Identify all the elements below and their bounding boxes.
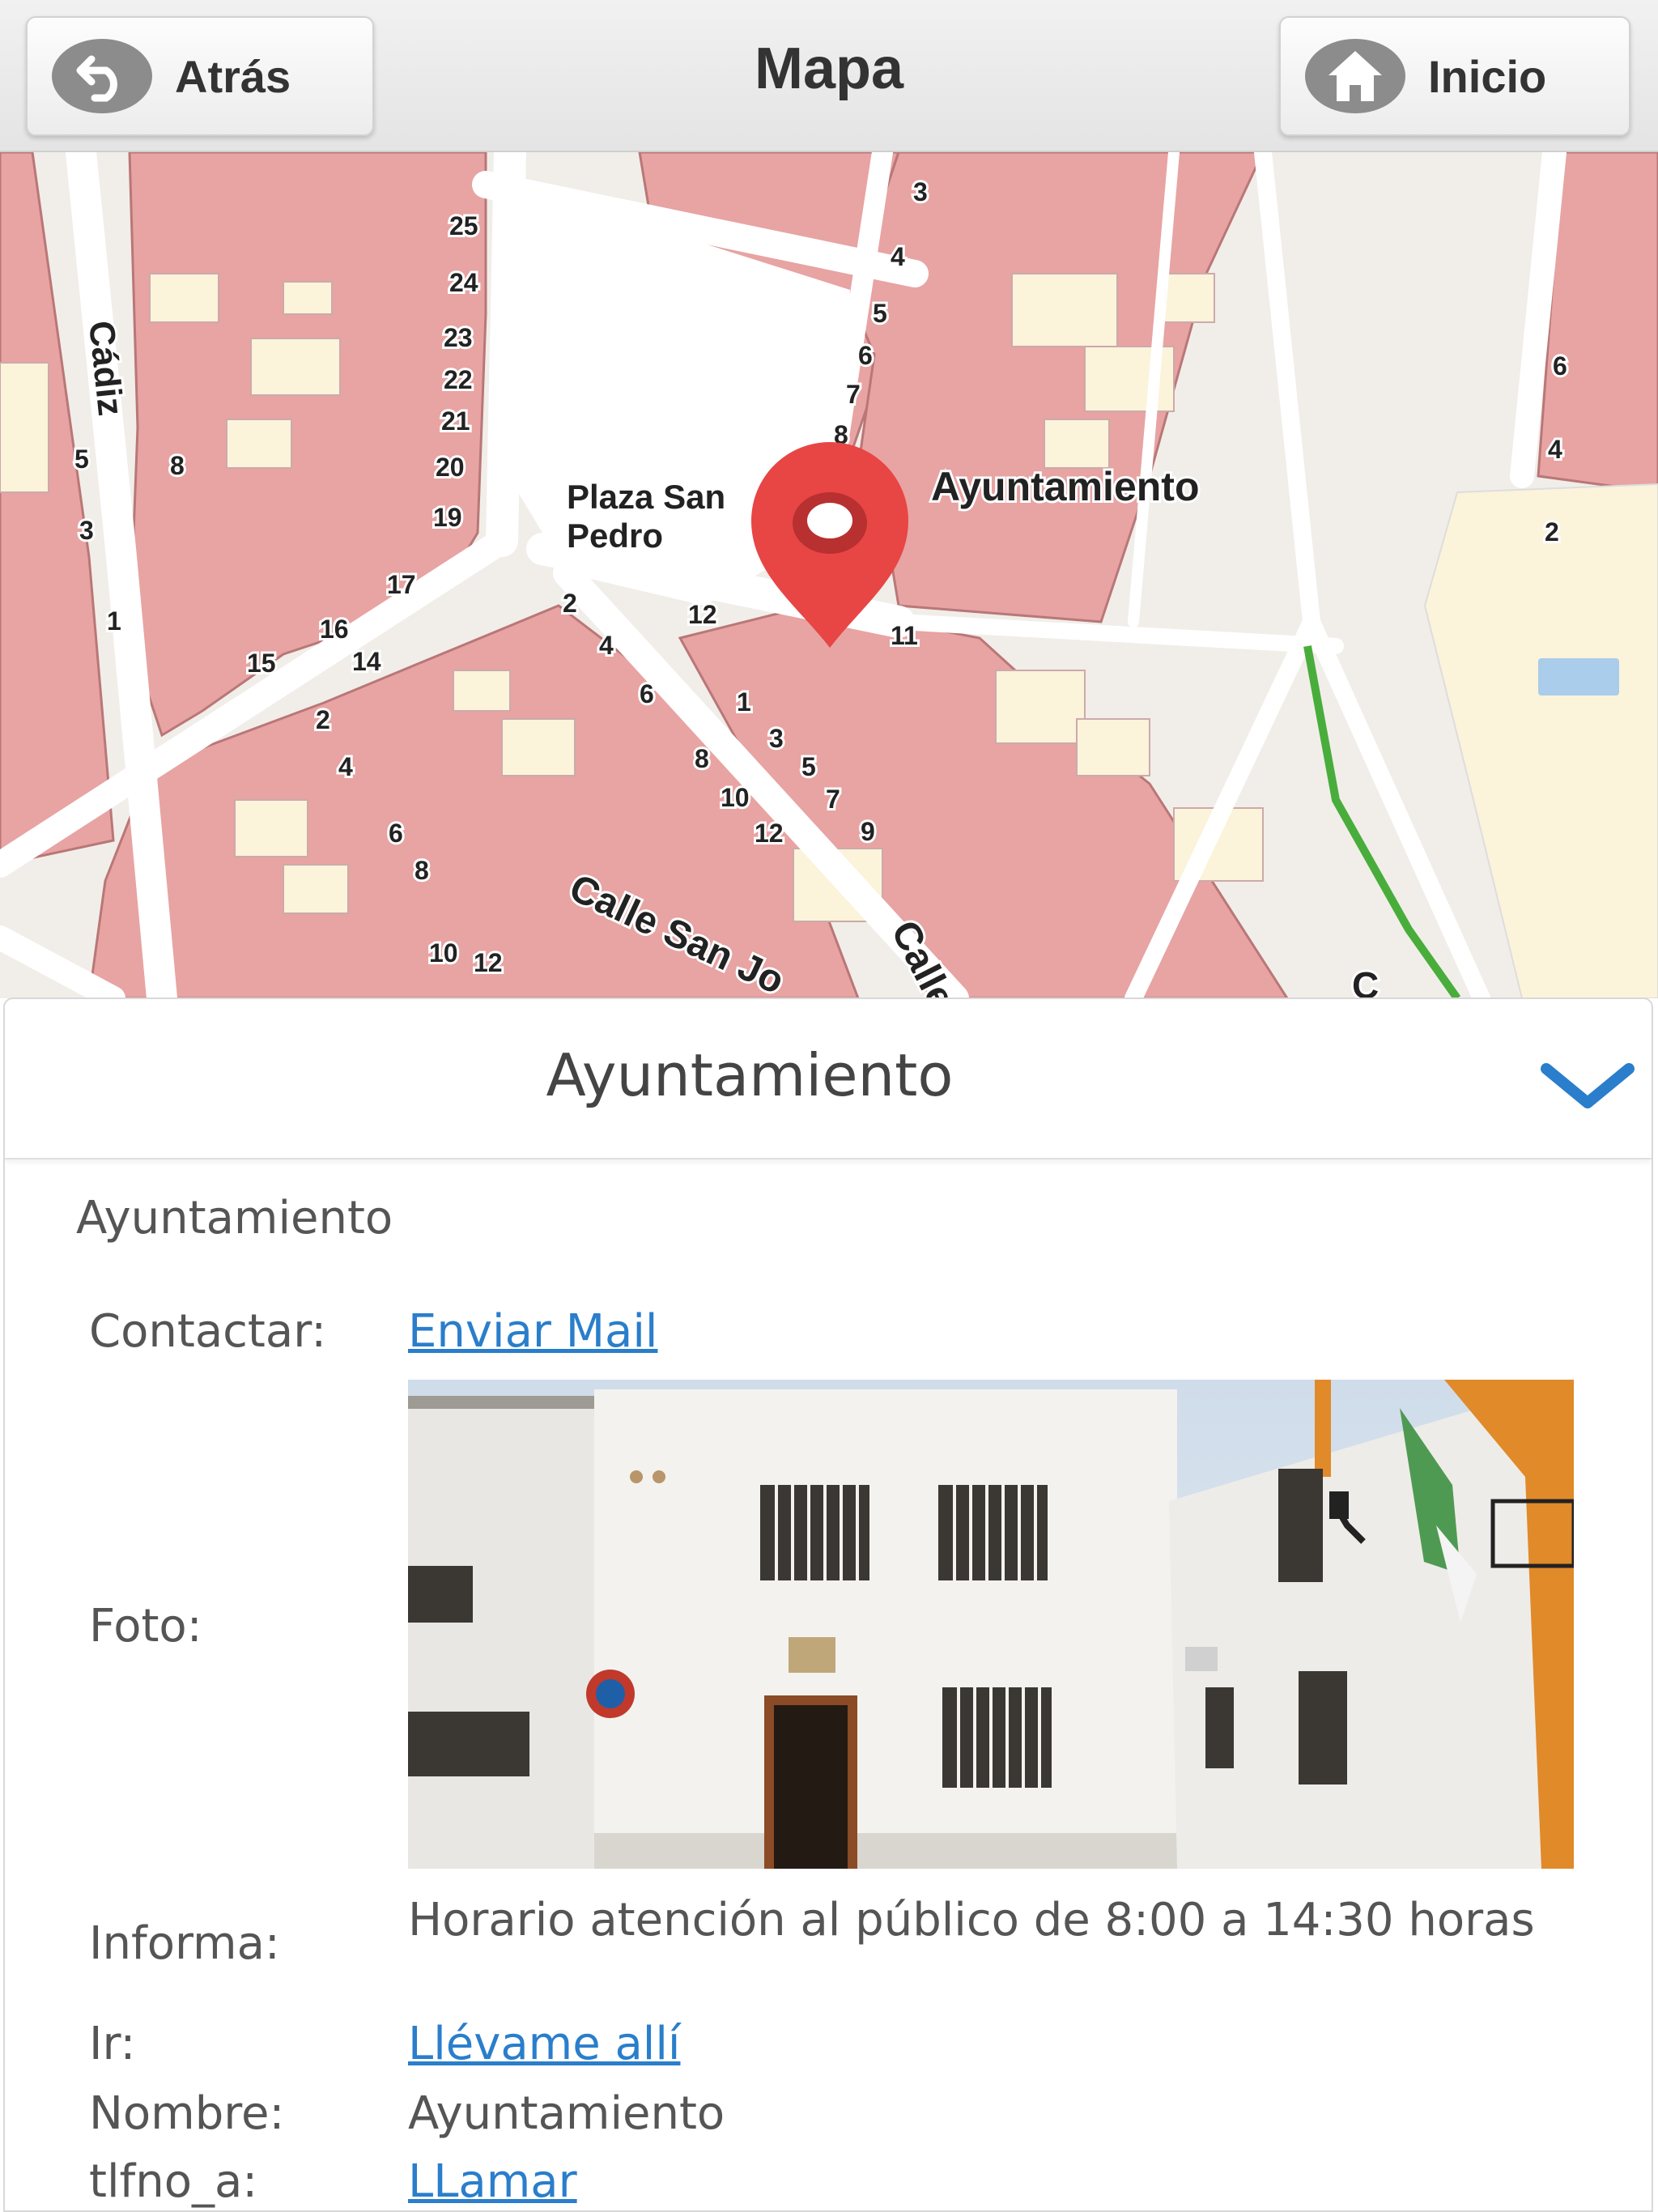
- house-number: 1: [737, 687, 751, 717]
- house-number: 11: [891, 621, 918, 650]
- collapse-button[interactable]: [1535, 1054, 1640, 1119]
- house-number: 19: [433, 503, 462, 532]
- house-number: 2: [563, 589, 577, 618]
- house-number: 1: [107, 606, 121, 636]
- house-number: 4: [891, 242, 905, 271]
- street-label-c: C: [1352, 964, 1379, 998]
- map-view[interactable]: Cádiz Calle San Jo Calle C Plaza San Ped…: [0, 152, 1658, 998]
- house-number: 6: [640, 679, 654, 708]
- house-number: 23: [444, 323, 473, 352]
- poi-label: Ayuntamiento: [931, 464, 1200, 509]
- take-me-there-link[interactable]: Llévame allí: [408, 2018, 680, 2070]
- house-number: 20: [436, 453, 465, 482]
- plaza-label-line1: Plaza San: [567, 478, 725, 516]
- house-number: 16: [320, 615, 349, 644]
- building-photo[interactable]: [408, 1380, 1574, 1869]
- house-number: 3: [79, 516, 94, 545]
- call-link[interactable]: LLamar: [408, 2155, 577, 2208]
- house-number: 14: [352, 647, 381, 676]
- house-number: 6: [858, 341, 873, 370]
- house-number: 5: [801, 752, 816, 781]
- house-number: 12: [688, 600, 717, 629]
- chevron-down-icon: [1541, 1063, 1635, 1108]
- house-number: 7: [826, 785, 840, 814]
- house-number: 2: [1545, 517, 1559, 547]
- house-number: 3: [769, 724, 784, 753]
- contact-label: Contactar:: [89, 1305, 327, 1358]
- go-label: Ir:: [89, 2018, 136, 2070]
- home-button[interactable]: Inicio: [1279, 16, 1630, 136]
- house-number: 7: [846, 380, 861, 409]
- house-number: 6: [1553, 351, 1567, 381]
- house-number: 8: [414, 856, 429, 885]
- house-number: 8: [170, 451, 185, 480]
- house-number: 10: [429, 938, 458, 968]
- house-number: 5: [873, 299, 887, 328]
- info-value: Horario atención al público de 8:00 a 14…: [408, 1894, 1535, 1946]
- house-number: 12: [755, 819, 784, 848]
- house-number: 4: [1548, 435, 1562, 464]
- house-number: 10: [721, 783, 750, 812]
- house-number: 24: [449, 268, 478, 297]
- house-number: 17: [387, 570, 416, 599]
- top-bar: Atrás Mapa Inicio: [0, 0, 1658, 152]
- house-number: 22: [444, 365, 473, 394]
- panel-subtitle: Ayuntamiento: [76, 1192, 393, 1244]
- home-button-label: Inicio: [1428, 50, 1547, 102]
- house-number: 9: [861, 817, 875, 846]
- panel-header[interactable]: Ayuntamiento: [5, 999, 1652, 1159]
- send-mail-link[interactable]: Enviar Mail: [408, 1305, 657, 1358]
- house-number: 21: [441, 406, 470, 436]
- house-number: 4: [599, 631, 614, 660]
- plaza-label-line2: Pedro: [567, 517, 663, 555]
- panel-title: Ayuntamiento: [546, 1041, 954, 1109]
- house-number: 6: [389, 819, 403, 848]
- map-canvas[interactable]: Cádiz Calle San Jo Calle C Plaza San Ped…: [0, 152, 1658, 998]
- house-number: 3: [913, 177, 928, 206]
- town-hall-photo-illustration: [408, 1380, 1574, 1869]
- house-number: 25: [449, 211, 478, 240]
- home-icon: [1305, 39, 1405, 113]
- house-number: 5: [74, 445, 89, 474]
- photo-label: Foto:: [89, 1600, 202, 1653]
- name-value: Ayuntamiento: [408, 2087, 725, 2140]
- phone-label: tlfno_a:: [89, 2155, 258, 2208]
- house-number: 8: [695, 744, 709, 773]
- house-number: 2: [316, 705, 330, 734]
- name-label: Nombre:: [89, 2087, 285, 2140]
- info-panel: Ayuntamiento Ayuntamiento Contactar: Env…: [3, 998, 1653, 2212]
- house-number: 15: [247, 649, 276, 678]
- house-number: 4: [338, 752, 353, 781]
- house-number: 12: [474, 948, 503, 977]
- info-label: Informa:: [89, 1917, 280, 1970]
